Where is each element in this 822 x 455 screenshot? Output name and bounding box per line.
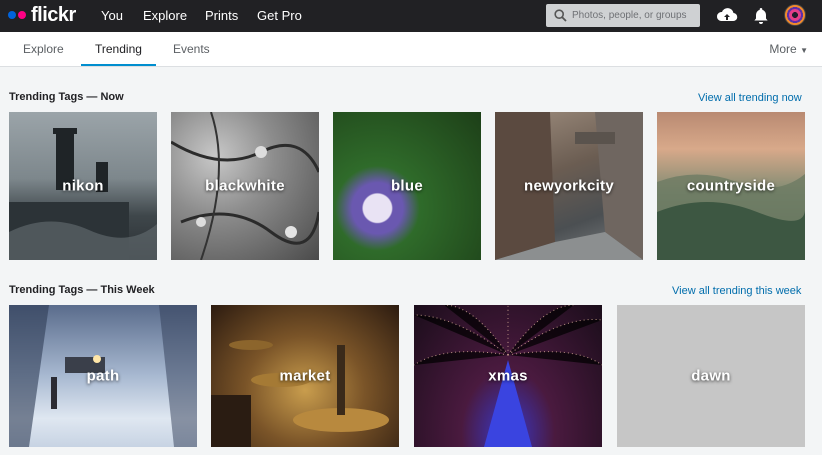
nav-prints[interactable]: Prints: [205, 0, 238, 32]
tab-events[interactable]: Events: [159, 32, 224, 66]
cloud-upload-icon[interactable]: [716, 5, 738, 27]
more-menu[interactable]: More ▼: [769, 32, 808, 66]
tag-tile-blackwhite[interactable]: blackwhite: [171, 112, 319, 260]
view-all-trending-now-link[interactable]: View all trending now: [698, 92, 802, 104]
section-title-now: Trending Tags — Now: [9, 91, 124, 103]
tag-tile-countryside[interactable]: countryside: [657, 112, 805, 260]
tab-explore[interactable]: Explore: [9, 32, 78, 66]
user-avatar[interactable]: [784, 4, 806, 26]
logo-wordmark: flickr: [31, 3, 76, 26]
chevron-down-icon: ▼: [800, 46, 808, 55]
bell-icon[interactable]: [750, 5, 772, 27]
nav-explore[interactable]: Explore: [143, 0, 187, 32]
section-title-week: Trending Tags — This Week: [9, 284, 155, 296]
tag-label: dawn: [691, 367, 731, 385]
tag-label: path: [86, 367, 120, 385]
more-label: More: [769, 42, 797, 56]
tag-tile-market[interactable]: market: [211, 305, 399, 447]
tag-tile-dawn[interactable]: dawn: [617, 305, 805, 447]
tag-label: newyorkcity: [523, 177, 614, 195]
tag-tile-xmas[interactable]: xmas: [414, 305, 602, 447]
tag-label: blackwhite: [205, 177, 285, 195]
flickr-logo[interactable]: flickr: [8, 4, 76, 26]
tag-label: market: [279, 367, 331, 385]
nav-get-pro[interactable]: Get Pro: [257, 0, 302, 32]
logo-pink-dot: [18, 11, 26, 19]
tag-label: countryside: [686, 177, 776, 195]
tag-label: xmas: [488, 367, 528, 385]
tag-tile-newyorkcity[interactable]: newyorkcity: [495, 112, 643, 260]
sub-nav: Explore Trending Events More ▼: [0, 32, 822, 67]
tag-tile-nikon[interactable]: nikon: [9, 112, 157, 260]
tag-tile-blue[interactable]: blue: [333, 112, 481, 260]
tag-tile-path[interactable]: path: [9, 305, 197, 447]
tab-trending[interactable]: Trending: [81, 32, 156, 66]
view-all-trending-week-link[interactable]: View all trending this week: [672, 285, 801, 297]
nav-you[interactable]: You: [101, 0, 123, 32]
top-bar: flickr You Explore Prints Get Pro: [0, 0, 822, 32]
search-input[interactable]: [572, 6, 696, 25]
tag-label: nikon: [62, 177, 104, 195]
tag-label: blue: [390, 177, 424, 195]
logo-blue-dot: [8, 11, 16, 19]
search-icon[interactable]: [554, 9, 567, 22]
search-box: [546, 4, 700, 27]
